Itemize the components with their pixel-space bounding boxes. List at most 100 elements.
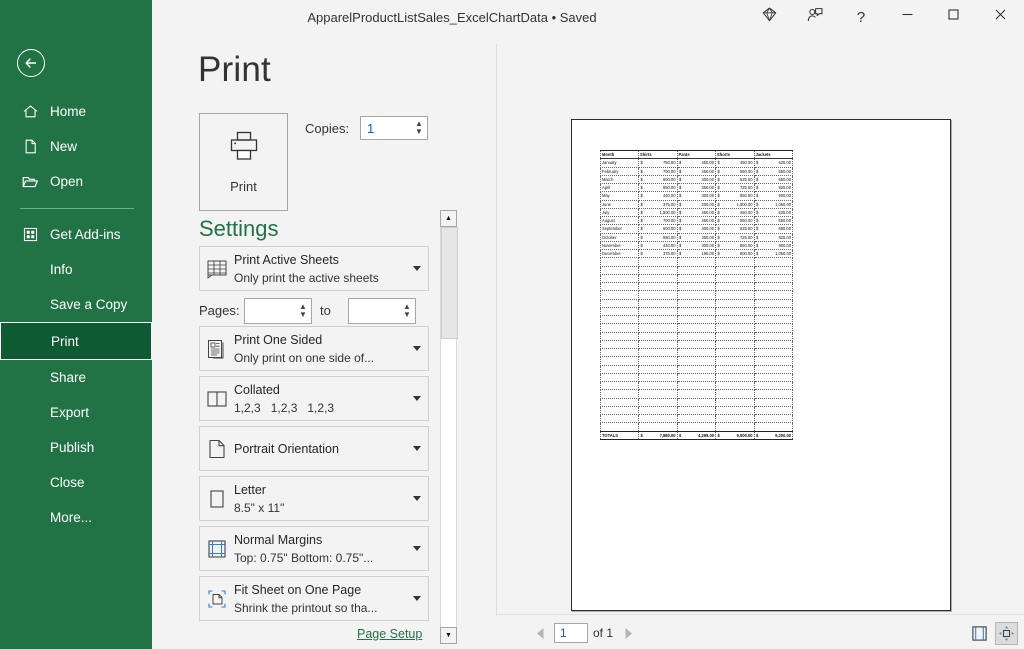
sidebar-item-print[interactable]: Print	[0, 322, 152, 360]
scrollbar-thumb[interactable]	[441, 227, 458, 339]
pages-to-spin-arrows[interactable]: ▲ ▼	[399, 299, 415, 323]
column-header: Shirts	[639, 151, 678, 159]
back-button[interactable]	[17, 49, 45, 77]
pages-from-spin-arrows[interactable]: ▲ ▼	[295, 299, 311, 323]
empty-cell	[754, 283, 793, 291]
sidebar-item-export[interactable]: Export	[0, 395, 152, 430]
sidebar-item-save-a-copy[interactable]: Save a Copy	[0, 287, 152, 322]
print-button[interactable]: Print	[199, 113, 288, 211]
page-number-field[interactable]	[554, 623, 588, 643]
empty-cell	[639, 398, 678, 406]
previous-page-button[interactable]	[531, 624, 549, 642]
copies-stepper[interactable]: ▲ ▼	[360, 116, 428, 140]
column-header: Jackets	[754, 151, 793, 159]
value-cell: 600.00	[639, 225, 678, 233]
minimize-icon	[901, 8, 914, 26]
empty-cell	[754, 291, 793, 299]
pages-to-decrement-icon[interactable]: ▼	[403, 311, 411, 319]
minimize-button[interactable]	[884, 0, 930, 34]
table-row-blank	[601, 258, 793, 266]
empty-cell	[639, 340, 678, 348]
margins-dropdown[interactable]: Normal Margins Top: 0.75" Bottom: 0.75".…	[199, 526, 429, 571]
print-what-dropdown[interactable]: Print Active Sheets Only print the activ…	[199, 246, 429, 291]
chevron-down-icon[interactable]	[406, 546, 428, 551]
pages-label: Pages:	[199, 303, 239, 318]
paper-size-dropdown[interactable]: Letter 8.5" x 11"	[199, 476, 429, 521]
close-button[interactable]	[976, 0, 1024, 34]
empty-cell	[677, 423, 716, 431]
chevron-down-icon[interactable]	[406, 596, 428, 601]
month-cell: August	[601, 217, 639, 225]
table-row-blank	[601, 349, 793, 357]
window-controls: ?	[746, 0, 1024, 34]
maximize-button[interactable]	[930, 0, 976, 34]
pages-to-stepper[interactable]: ▲ ▼	[348, 298, 416, 324]
empty-cell	[754, 307, 793, 315]
chevron-down-icon[interactable]	[406, 446, 428, 451]
sidebar-item-close[interactable]: Close	[0, 465, 152, 500]
value-cell: 725.00	[716, 184, 755, 192]
sidebar-item-open[interactable]: Open	[0, 164, 152, 199]
empty-cell	[716, 390, 755, 398]
sidebar-item-more[interactable]: More...	[0, 500, 152, 535]
empty-cell	[677, 373, 716, 381]
chevron-down-icon[interactable]	[406, 496, 428, 501]
orientation-dropdown[interactable]: Portrait Orientation	[199, 426, 429, 471]
empty-cell	[716, 283, 755, 291]
table-row-blank	[601, 415, 793, 423]
next-page-button[interactable]	[619, 624, 637, 642]
scroll-up-button[interactable]: ▲	[440, 210, 457, 227]
chevron-down-icon[interactable]	[406, 266, 428, 271]
scroll-down-button[interactable]: ▼	[440, 627, 457, 644]
sidebar-item-share[interactable]: Share	[0, 360, 152, 395]
value-cell: 625.00	[716, 225, 755, 233]
scrollbar-track[interactable]	[440, 227, 457, 627]
empty-cell	[677, 324, 716, 332]
empty-cell	[677, 274, 716, 282]
value-cell: 375.00	[639, 200, 678, 208]
empty-cell	[754, 415, 793, 423]
pages-from-input[interactable]	[245, 299, 295, 323]
fit-sheet-icon	[200, 587, 234, 611]
copies-decrement-icon[interactable]: ▼	[415, 128, 423, 136]
sidebar-item-home[interactable]: Home	[0, 94, 152, 129]
empty-cell	[639, 332, 678, 340]
value-cell: 900.00	[754, 192, 793, 200]
copies-input[interactable]	[361, 117, 411, 139]
triangle-down-icon: ▼	[445, 632, 452, 639]
pages-from-stepper[interactable]: ▲ ▼	[244, 298, 312, 324]
print-sides-dropdown[interactable]: Print One Sided Only print on one side o…	[199, 326, 429, 371]
show-margins-button[interactable]	[968, 622, 991, 645]
collation-dropdown[interactable]: Collated 1,2,3 1,2,3 1,2,3	[199, 376, 429, 421]
page-setup-link[interactable]: Page Setup	[357, 627, 422, 641]
value-cell: 200.00	[677, 200, 716, 208]
scaling-dropdown[interactable]: Fit Sheet on One Page Shrink the printou…	[199, 576, 429, 621]
value-cell: 800.00	[716, 250, 755, 258]
page-number-input[interactable]	[555, 624, 587, 642]
empty-cell	[716, 324, 755, 332]
sidebar-item-info[interactable]: Info	[0, 252, 152, 287]
empty-cell	[716, 373, 755, 381]
back-arrow-icon	[23, 55, 39, 71]
sidebar-item-get-add-ins[interactable]: Get Add-ins	[0, 217, 152, 252]
sidebar-item-new[interactable]: New	[0, 129, 152, 164]
settings-scrollbar[interactable]: ▲ ▼	[440, 210, 457, 644]
table-row: August700.00450.00550.00550.00	[601, 217, 793, 225]
sales-table-body: MonthShirtsPantsShortsJacketsJanuary750.…	[601, 151, 793, 440]
copies-spin-arrows[interactable]: ▲ ▼	[411, 117, 427, 139]
sidebar-item-label: Get Add-ins	[50, 227, 121, 242]
empty-cell	[601, 365, 639, 373]
sidebar-item-label: Save a Copy	[50, 297, 127, 312]
pages-from-decrement-icon[interactable]: ▼	[299, 311, 307, 319]
empty-cell	[754, 382, 793, 390]
feedback-button[interactable]	[792, 0, 838, 34]
sidebar-item-label: Home	[50, 104, 86, 119]
zoom-to-page-button[interactable]	[995, 622, 1018, 645]
sidebar-item-publish[interactable]: Publish	[0, 430, 152, 465]
help-button[interactable]: ?	[838, 0, 884, 34]
chevron-down-icon[interactable]	[406, 396, 428, 401]
totals-value: 4,295.00	[677, 431, 716, 439]
premium-diamond-button[interactable]	[746, 0, 792, 34]
chevron-down-icon[interactable]	[406, 346, 428, 351]
pages-to-input[interactable]	[349, 299, 399, 323]
